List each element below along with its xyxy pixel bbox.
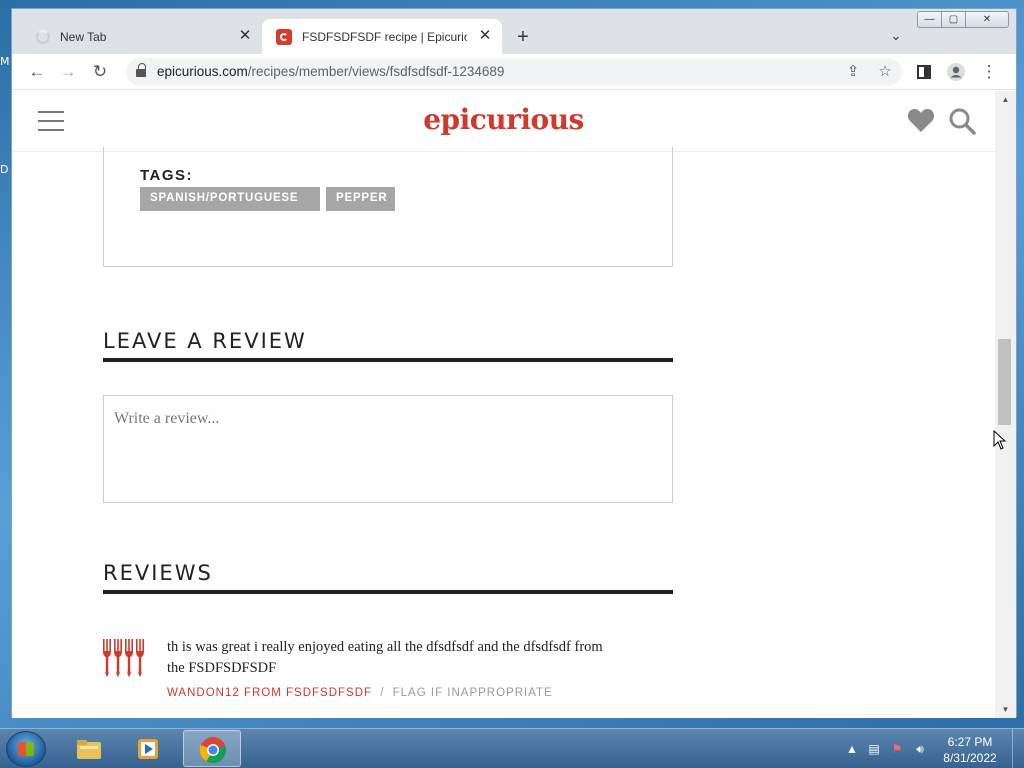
section-divider <box>103 590 673 594</box>
network-icon[interactable]: ▤ <box>866 741 882 757</box>
taskbar-media-player[interactable] <box>120 730 178 767</box>
section-divider <box>103 358 673 362</box>
tab-close-icon[interactable]: ✕ <box>476 27 494 45</box>
browser-toolbar: ← → ↻ epicurious.com/recipes/member/view… <box>12 54 1016 90</box>
meta-separator: / <box>380 687 385 699</box>
profile-avatar-icon[interactable] <box>945 61 967 83</box>
browser-window: New Tab ✕ FSDFSDFSDF recipe | Epicurious… <box>11 8 1017 718</box>
review-textarea-box <box>103 395 673 503</box>
tab-strip: New Tab ✕ FSDFSDFSDF recipe | Epicurious… <box>12 9 1016 54</box>
mouse-cursor-icon <box>993 430 1007 450</box>
review-author-link[interactable]: WANDON12 FROM FSDFSDFSDF <box>167 687 372 699</box>
back-arrow-icon[interactable]: ← <box>26 61 48 83</box>
reviews-title: REVIEWS <box>103 561 213 585</box>
action-center-icon[interactable]: ⚑ <box>889 741 905 757</box>
write-review-input[interactable] <box>104 396 672 502</box>
tab-title: New Tab <box>60 29 107 44</box>
page-scrollbar[interactable]: ▲ ▼ <box>995 91 1016 718</box>
chrome-icon <box>199 737 226 764</box>
search-icon[interactable] <box>948 107 976 135</box>
scroll-down-arrow-icon[interactable]: ▼ <box>995 703 1016 717</box>
flag-inappropriate-link[interactable]: FLAG IF INAPPROPRIATE <box>393 687 553 699</box>
start-button[interactable] <box>6 731 46 767</box>
tab-title: FSDFSDFSDF recipe | Epicurious.c <box>302 29 467 44</box>
lock-icon[interactable] <box>136 63 146 78</box>
minimize-button[interactable]: — <box>917 11 942 28</box>
folder-icon <box>77 740 101 759</box>
volume-icon[interactable]: 🔊︎ <box>912 741 928 757</box>
tags-card: TAGS: SPANISH/PORTUGUESE PEPPER <box>103 147 673 267</box>
tab-close-icon[interactable]: ✕ <box>236 27 254 45</box>
page-viewport: epicurious TAGS: SPANISH/PORTUGUESE PEPP… <box>12 91 995 718</box>
review-text: th is was great i really enjoyed eating … <box>167 639 603 676</box>
show-desktop-button[interactable] <box>1012 729 1024 768</box>
tab-epicurious[interactable]: FSDFSDFSDF recipe | Epicurious.c ✕ <box>262 19 502 54</box>
share-icon[interactable]: ⇪ <box>842 61 864 83</box>
epicurious-favicon-icon <box>276 28 292 45</box>
taskbar-chrome[interactable] <box>183 730 241 767</box>
scrollbar-thumb[interactable] <box>998 339 1011 425</box>
address-bar[interactable]: epicurious.com/recipes/member/views/fsdf… <box>126 58 902 86</box>
reload-icon[interactable]: ↻ <box>89 61 111 83</box>
forward-arrow-icon[interactable]: → <box>57 61 79 83</box>
tag-pepper[interactable]: PEPPER <box>326 187 395 211</box>
taskbar-clock[interactable]: 6:27 PM 8/31/2022 <box>935 734 1005 766</box>
url-text[interactable]: epicurious.com/recipes/member/views/fsdf… <box>157 64 504 79</box>
epicurious-logo[interactable]: epicurious <box>12 103 995 136</box>
tab-search-chevron-icon[interactable]: ⌄ <box>886 26 906 46</box>
windows-taskbar: ▲ ▤ ⚑ 🔊︎ 6:27 PM 8/31/2022 <box>0 728 1024 768</box>
show-hidden-icons-icon[interactable]: ▲ <box>844 741 860 757</box>
url-host: epicurious.com <box>157 64 248 79</box>
tags-label: TAGS: <box>140 167 194 184</box>
tab-new-tab[interactable]: New Tab ✕ <box>20 19 262 54</box>
url-path: /recipes/member/views/fsdfsdfsdf-1234689 <box>247 64 505 79</box>
leave-review-title: LEAVE A REVIEW <box>103 329 307 353</box>
site-header: epicurious <box>12 91 995 152</box>
taskbar-explorer[interactable] <box>60 730 118 767</box>
clock-time: 6:27 PM <box>947 735 993 749</box>
heart-icon[interactable] <box>907 107 935 133</box>
maximize-button[interactable]: ▢ <box>941 11 966 28</box>
bookmark-star-icon[interactable]: ☆ <box>874 61 896 83</box>
tag-spanish-portuguese[interactable]: SPANISH/PORTUGUESE <box>140 187 320 211</box>
browser-menu-icon[interactable]: ⋮ <box>978 61 1000 83</box>
media-player-icon <box>138 739 158 759</box>
review-meta: WANDON12 FROM FSDFSDFSDF / FLAG IF INAPP… <box>167 687 553 699</box>
new-tab-button[interactable]: + <box>512 26 534 48</box>
scroll-up-arrow-icon[interactable]: ▲ <box>995 93 1016 107</box>
loading-icon <box>36 29 50 44</box>
clock-date: 8/31/2022 <box>943 751 997 765</box>
close-window-button[interactable]: ✕ <box>965 11 1009 28</box>
side-panel-icon[interactable] <box>913 61 935 83</box>
fork-rating-icon <box>103 639 144 677</box>
